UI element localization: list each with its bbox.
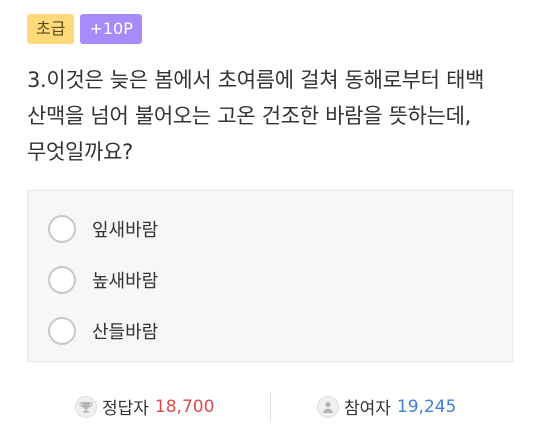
answer-label: 산들바람 [92, 322, 159, 343]
participant-count: 참여자 19,245 [317, 394, 456, 419]
question-text: 3.이것은 늦은 봄에서 초여름에 걸쳐 동해로부터 태백 산맥을 넘어 불어오… [27, 62, 519, 170]
participants-label: 참여자 [344, 399, 391, 419]
participants-value: 19,245 [396, 396, 457, 417]
correct-count: 정답자 18,700 [75, 394, 214, 419]
answer-label: 높새바람 [92, 271, 159, 292]
radio-button[interactable] [48, 266, 76, 294]
level-badge: 초급 [27, 14, 75, 44]
answer-option-3[interactable]: 산들바람 [48, 314, 158, 348]
answer-option-2[interactable]: 높새바람 [48, 263, 158, 297]
question-line: 무엇일까요? [27, 140, 133, 164]
person-icon [317, 395, 339, 418]
question-line: 3.이것은 늦은 봄에서 초여름에 걸쳐 동해로부터 태백 [27, 68, 485, 92]
answer-option-1[interactable]: 잎새바람 [48, 212, 158, 246]
answer-options: 잎새바람 높새바람 산들바람 [27, 190, 513, 362]
points-badge: +10P [80, 14, 142, 44]
correct-value: 18,700 [154, 396, 215, 417]
trophy-icon [75, 395, 97, 418]
radio-button[interactable] [48, 317, 76, 345]
correct-label: 정답자 [102, 399, 149, 419]
quiz-stats: 정답자 18,700 참여자 19,245 [27, 390, 513, 424]
question-line: 산맥을 넘어 불어오는 고온 건조한 바람을 뜻하는데, [27, 104, 472, 128]
answer-label: 잎새바람 [92, 220, 159, 241]
stats-divider [270, 392, 271, 422]
badge-group: 초급 +10P [27, 14, 142, 44]
radio-button[interactable] [48, 215, 76, 243]
